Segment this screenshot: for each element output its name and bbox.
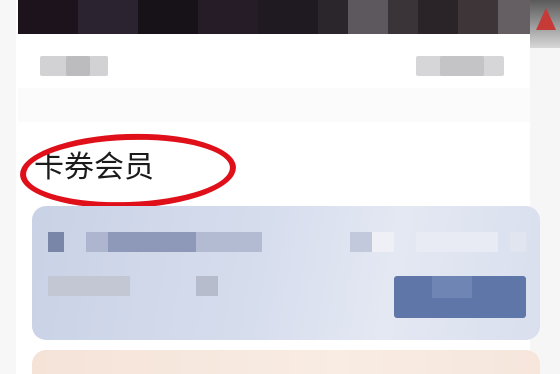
banner-pixel bbox=[348, 0, 388, 34]
card-blurred-text bbox=[48, 232, 64, 252]
next-card-peek[interactable] bbox=[32, 350, 540, 374]
banner-pixel bbox=[388, 0, 418, 34]
blurred-caption-right-part bbox=[440, 56, 484, 76]
card-blurred-text bbox=[108, 232, 196, 252]
membership-card[interactable] bbox=[32, 206, 540, 340]
banner-pixel bbox=[418, 0, 458, 34]
card-blurred-text bbox=[350, 232, 372, 252]
left-margin bbox=[0, 0, 16, 374]
card-blurred-subtext bbox=[48, 276, 130, 296]
banner-pixel bbox=[458, 0, 498, 34]
banner-pixel bbox=[18, 0, 78, 34]
banner-pixel bbox=[258, 0, 318, 34]
card-action-pixel bbox=[432, 276, 472, 298]
section-spacer bbox=[18, 88, 530, 122]
app-page: 卡券会员 bbox=[0, 0, 560, 374]
top-thumbnail[interactable] bbox=[530, 0, 560, 48]
banner-pixel bbox=[138, 0, 198, 34]
highlight-annotation-ring bbox=[18, 130, 238, 212]
banner-pixel bbox=[318, 0, 348, 34]
banner-pixel bbox=[198, 0, 258, 34]
blurred-caption-left-part bbox=[66, 56, 90, 76]
top-banner-image[interactable] bbox=[18, 0, 530, 34]
banner-pixel bbox=[498, 0, 530, 34]
card-blurred-subtext bbox=[196, 276, 218, 296]
card-blurred-text bbox=[372, 232, 394, 252]
card-blurred-text bbox=[416, 232, 498, 252]
card-blurred-text bbox=[86, 232, 108, 252]
image-thumbnail-icon bbox=[536, 8, 556, 30]
card-blurred-text bbox=[510, 232, 526, 252]
card-blurred-text bbox=[196, 232, 262, 252]
banner-pixel bbox=[78, 0, 138, 34]
